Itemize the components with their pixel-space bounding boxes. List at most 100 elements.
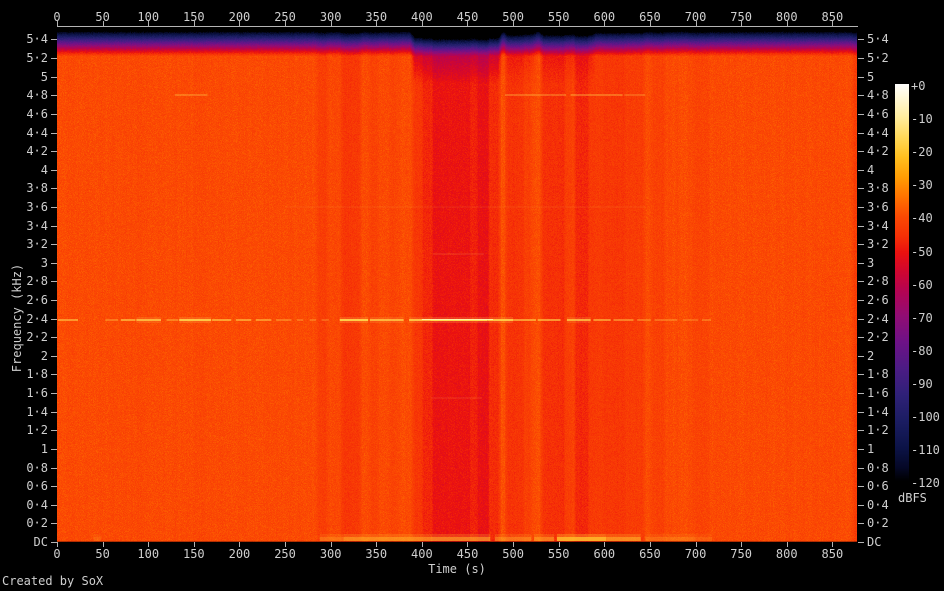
colorbar-unit-label: dBFS [898, 492, 927, 504]
freq-tick-label: 2·8 [0, 275, 48, 287]
freq-tick [51, 133, 57, 134]
time-tick-label: 250 [274, 548, 296, 560]
freq-tick-label: 0·6 [0, 480, 48, 492]
colorbar-tick-label: -110 [911, 444, 940, 456]
freq-tick [858, 468, 864, 469]
freq-tick-label: 4 [867, 164, 874, 176]
time-tick-label: 150 [183, 548, 205, 560]
freq-tick-label: 3·4 [0, 220, 48, 232]
freq-tick-label: 4·6 [0, 108, 48, 120]
freq-tick [51, 486, 57, 487]
time-tick-label: 700 [685, 11, 707, 23]
time-tick-label: 100 [137, 11, 159, 23]
freq-tick-label: 2·6 [867, 294, 889, 306]
colorbar-tick-label: +0 [911, 80, 925, 92]
colorbar-tick-label: -100 [911, 411, 940, 423]
colorbar-tick-label: -80 [911, 345, 933, 357]
freq-tick-label: 4·8 [0, 89, 48, 101]
freq-tick-label: 5 [867, 71, 874, 83]
freq-tick-label: 4·8 [867, 89, 889, 101]
freq-tick [51, 430, 57, 431]
time-tick-label: 300 [320, 11, 342, 23]
freq-tick-label: 1 [0, 443, 48, 455]
freq-tick [858, 356, 864, 357]
credit-text: Created by SoX [2, 575, 103, 587]
colorbar-tick-label: -60 [911, 279, 933, 291]
freq-tick [51, 77, 57, 78]
freq-tick [51, 393, 57, 394]
freq-tick [858, 523, 864, 524]
freq-tick-label: 5 [0, 71, 48, 83]
time-tick-label: 350 [365, 548, 387, 560]
freq-tick [858, 505, 864, 506]
freq-tick-label: 1·4 [867, 406, 889, 418]
freq-tick [858, 486, 864, 487]
freq-tick [51, 523, 57, 524]
freq-tick [51, 170, 57, 171]
freq-tick-label: 0·8 [867, 462, 889, 474]
freq-tick-label: 4·4 [0, 127, 48, 139]
time-tick-label: 550 [548, 548, 570, 560]
spectrogram-heatmap [57, 29, 857, 542]
freq-tick [51, 449, 57, 450]
freq-tick-label: 2·2 [867, 331, 889, 343]
freq-tick [51, 374, 57, 375]
freq-tick [858, 39, 864, 40]
time-tick-label: 200 [229, 11, 251, 23]
freq-tick [51, 412, 57, 413]
time-tick-label: 100 [137, 548, 159, 560]
time-tick-label: 400 [411, 11, 433, 23]
colorbar-tick-label: -70 [911, 312, 933, 324]
freq-tick-label: 2 [0, 350, 48, 362]
freq-tick-label: 1·4 [0, 406, 48, 418]
freq-tick [51, 226, 57, 227]
freq-tick [858, 319, 864, 320]
freq-tick-label: 3·8 [867, 182, 889, 194]
time-tick-label: 600 [593, 548, 615, 560]
freq-tick [51, 468, 57, 469]
time-tick-label: 650 [639, 548, 661, 560]
freq-tick-label: 2·4 [0, 313, 48, 325]
freq-tick [51, 58, 57, 59]
time-tick-label: 800 [776, 11, 798, 23]
freq-tick [51, 207, 57, 208]
freq-tick-label: 0·4 [0, 499, 48, 511]
freq-tick-label: 3·2 [0, 238, 48, 250]
freq-tick-label: 1·6 [0, 387, 48, 399]
time-tick-label: 700 [685, 548, 707, 560]
freq-tick-label: 4·6 [867, 108, 889, 120]
freq-tick [858, 188, 864, 189]
freq-tick-label: 1·2 [867, 424, 889, 436]
freq-tick-label: 1·8 [867, 368, 889, 380]
freq-tick-label: 5·2 [867, 52, 889, 64]
time-tick-label: 350 [365, 11, 387, 23]
freq-tick-label: 3·2 [867, 238, 889, 250]
freq-tick [51, 542, 57, 543]
time-tick-label: 450 [457, 548, 479, 560]
freq-tick [858, 281, 864, 282]
colorbar-tick-label: -120 [911, 477, 940, 489]
time-tick-label: 750 [730, 11, 752, 23]
time-tick-label: 50 [95, 548, 109, 560]
freq-tick [858, 170, 864, 171]
colorbar-tick-label: -90 [911, 378, 933, 390]
freq-tick-label: DC [867, 536, 881, 548]
time-axis-title: Time (s) [428, 563, 486, 575]
top-axis-line [57, 26, 858, 27]
time-tick-label: 650 [639, 11, 661, 23]
freq-tick-label: 2·6 [0, 294, 48, 306]
time-tick-label: 450 [457, 11, 479, 23]
freq-tick-label: 0·4 [867, 499, 889, 511]
freq-tick [858, 151, 864, 152]
freq-tick [858, 393, 864, 394]
freq-tick [858, 95, 864, 96]
freq-tick-label: 1·2 [0, 424, 48, 436]
freq-tick [858, 337, 864, 338]
time-tick-label: 50 [95, 11, 109, 23]
freq-tick-label: 4·2 [867, 145, 889, 157]
freq-tick [858, 244, 864, 245]
freq-tick [51, 281, 57, 282]
freq-tick [858, 58, 864, 59]
time-tick-label: 0 [53, 11, 60, 23]
time-tick-label: 0 [53, 548, 60, 560]
